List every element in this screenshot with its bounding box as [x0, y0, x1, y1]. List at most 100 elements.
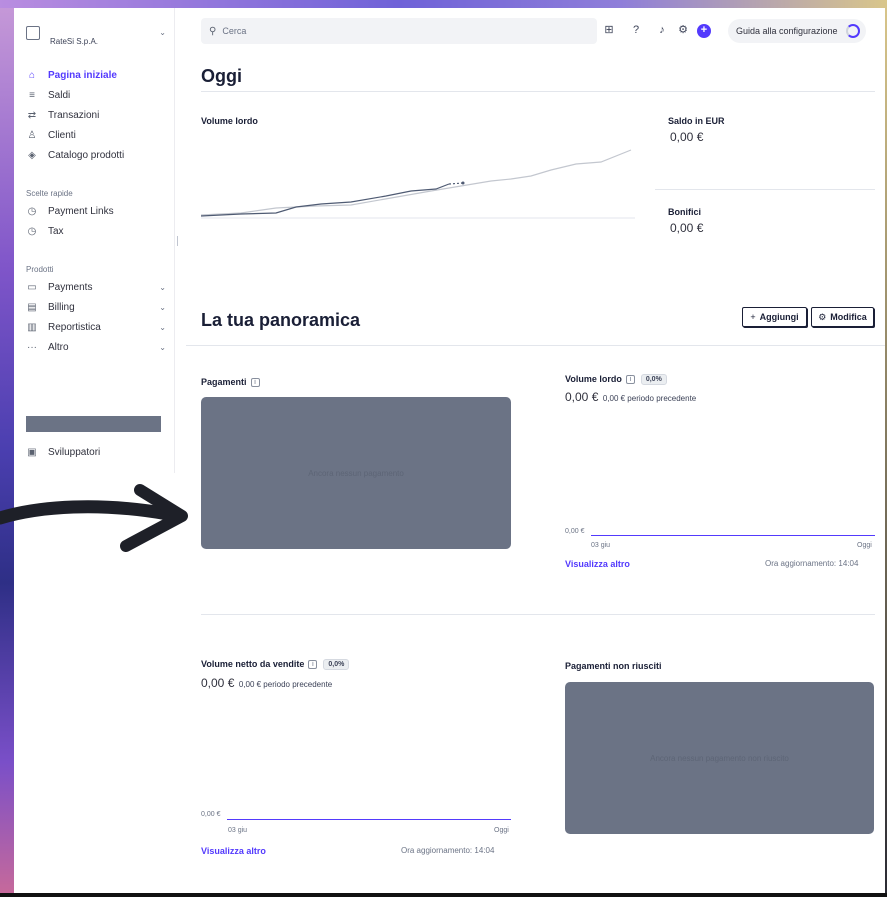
sidebar-item-payments[interactable]: ▭ Payments ⌄ [26, 277, 172, 297]
sidebar-item-balances[interactable]: ≡ Saldi [26, 85, 172, 105]
info-icon[interactable]: i [625, 375, 635, 385]
create-button[interactable]: + [697, 24, 711, 38]
view-more-link[interactable]: Visualizza altro [565, 559, 630, 569]
setup-guide-label: Guida alla configurazione [736, 26, 838, 36]
gross-volume-value: 0,00 € [565, 390, 599, 404]
sidebar-item-billing[interactable]: ▤ Billing ⌄ [26, 297, 172, 317]
sidebar-item-label: Billing [48, 301, 75, 313]
sidebar-item-home[interactable]: ⌂ Pagina iniziale [26, 65, 172, 85]
payouts-value: 0,00 € [670, 221, 704, 235]
payments-widget-title: Pagamenti i [201, 377, 260, 388]
change-badge: 0,0% [323, 659, 350, 671]
section-title: Prodotti [26, 264, 54, 274]
search-input[interactable]: ⚲ Cerca [201, 18, 597, 44]
reports-icon: ▥ [27, 321, 37, 333]
y-axis-label: 0,00 € [201, 811, 221, 818]
more-icon: ··· [27, 341, 37, 353]
divider [201, 614, 875, 615]
products-nav: Prodotti ▭ Payments ⌄ ▤ Billing ⌄ ▥ Repo… [26, 261, 172, 357]
payments-widget-title-text: Pagamenti [201, 377, 247, 387]
failed-payments-empty-text: Ancora nessun pagamento non riuscito [650, 753, 789, 763]
chevron-down-icon: ⌄ [159, 28, 166, 37]
sidebar-item-label: Transazioni [48, 109, 100, 121]
sidebar-item-product-catalog[interactable]: ◈ Catalogo prodotti [26, 145, 172, 165]
divider [201, 91, 875, 92]
sidebar-item-developers[interactable]: ▣ Sviluppatori [26, 442, 172, 462]
updated-time: Ora aggiornamento: 14:04 [765, 559, 859, 568]
help-icon[interactable]: ? [629, 22, 643, 38]
view-more-link[interactable]: Visualizza altro [201, 846, 266, 856]
add-widget-button[interactable]: + Aggiungi [742, 307, 807, 327]
account-name: RateSi S.p.A. [50, 36, 99, 46]
net-volume-value: 0,00 € [201, 676, 235, 690]
sidebar-item-tax[interactable]: ◷ Tax [26, 221, 172, 241]
x-axis-end: Oggi [494, 827, 509, 834]
sidebar-item-customers[interactable]: ♙ Clienti [26, 125, 172, 145]
plus-icon: + [750, 312, 756, 322]
x-axis-start: 03 giu [228, 827, 248, 834]
sidebar: RateSi S.p.A. ⌄ ⌂ Pagina iniziale ≡ Sald… [14, 8, 175, 473]
product-catalog-icon: ◈ [28, 149, 36, 161]
failed-payments-empty-state: Ancora nessun pagamento non riuscito [565, 682, 874, 834]
divider [655, 189, 875, 190]
today-projection-line [448, 182, 464, 185]
change-badge: 0,0% [640, 374, 667, 386]
transactions-icon: ⇄ [27, 109, 37, 121]
sidebar-item-more[interactable]: ··· Altro ⌄ [26, 337, 172, 357]
clock-icon: ◷ [27, 205, 37, 217]
sidebar-item-label: Payments [48, 281, 93, 293]
net-volume-widget-title: Volume netto da vendite i 0,0% [201, 659, 350, 671]
sidebar-item-label: Saldi [48, 89, 71, 101]
gross-volume-summary: 0,00 € 0,00 € periodo precedente [565, 388, 696, 406]
gross-volume-today-chart [201, 149, 635, 219]
notifications-icon[interactable]: ♪ [655, 22, 669, 38]
payouts-label: Bonifici [668, 207, 701, 217]
info-icon[interactable]: i [250, 378, 260, 388]
sidebar-item-label: Altro [48, 341, 69, 353]
apps-icon[interactable]: ⊞ [602, 22, 616, 38]
topbar: ⚲ Cerca ⊞ ? ♪ ⚙ + Guida alla configurazi… [186, 14, 876, 48]
section-title: Scelte rapide [26, 188, 73, 198]
gear-icon[interactable]: ⚙ [676, 22, 690, 38]
shortcuts-nav: Scelte rapide ◷ Payment Links ◷ Tax [26, 185, 172, 241]
x-axis-start: 03 giu [591, 542, 611, 549]
payments-empty-text: Ancora nessun pagamento [308, 468, 404, 478]
search-placeholder: Cerca [222, 26, 247, 36]
sidebar-item-payment-links[interactable]: ◷ Payment Links [26, 201, 172, 221]
failed-payments-title: Pagamenti non riusciti [565, 661, 662, 671]
sidebar-item-label: Reportistica [48, 321, 101, 333]
balance-label: Saldo in EUR [668, 116, 725, 126]
sidebar-item-transactions[interactable]: ⇄ Transazioni [26, 105, 172, 125]
customers-icon: ♙ [27, 129, 37, 141]
edit-widgets-button[interactable]: ⚙ Modifica [811, 307, 874, 327]
home-icon: ⌂ [28, 69, 36, 81]
gross-volume-widget-title: Volume lordo i 0,0% [565, 374, 667, 386]
sidebar-placeholder-bar [26, 416, 161, 432]
store-icon [26, 26, 40, 40]
divider [186, 345, 885, 346]
updated-time: Ora aggiornamento: 14:04 [401, 846, 495, 855]
billing-icon: ▤ [27, 301, 37, 313]
x-axis-end: Oggi [857, 542, 872, 549]
clock-icon: ◷ [27, 225, 37, 237]
developers-nav: ▣ Sviluppatori [26, 442, 172, 462]
dashboard-app: RateSi S.p.A. ⌄ ⌂ Pagina iniziale ≡ Sald… [14, 8, 885, 893]
sidebar-resize-handle[interactable] [177, 236, 178, 246]
progress-ring-icon [846, 24, 860, 38]
sidebar-item-reports[interactable]: ▥ Reportistica ⌄ [26, 317, 172, 337]
gross-volume-line [591, 535, 875, 536]
chevron-down-icon: ⌄ [159, 302, 166, 312]
account-switcher[interactable]: RateSi S.p.A. ⌄ [26, 26, 172, 48]
edit-widgets-label: Modifica [830, 312, 867, 322]
info-icon[interactable]: i [308, 660, 318, 670]
balance-icon: ≡ [29, 89, 35, 101]
comparison-line [201, 149, 632, 216]
y-axis-label: 0,00 € [565, 528, 585, 535]
chevron-down-icon: ⌄ [159, 282, 166, 292]
overview-title: La tua panoramica [201, 310, 361, 330]
chevron-down-icon: ⌄ [159, 322, 166, 332]
net-volume-previous: 0,00 € periodo precedente [238, 680, 333, 689]
sidebar-item-label: Payment Links [48, 205, 114, 217]
setup-guide-button[interactable]: Guida alla configurazione [728, 19, 866, 43]
gear-icon: ⚙ [818, 311, 827, 322]
